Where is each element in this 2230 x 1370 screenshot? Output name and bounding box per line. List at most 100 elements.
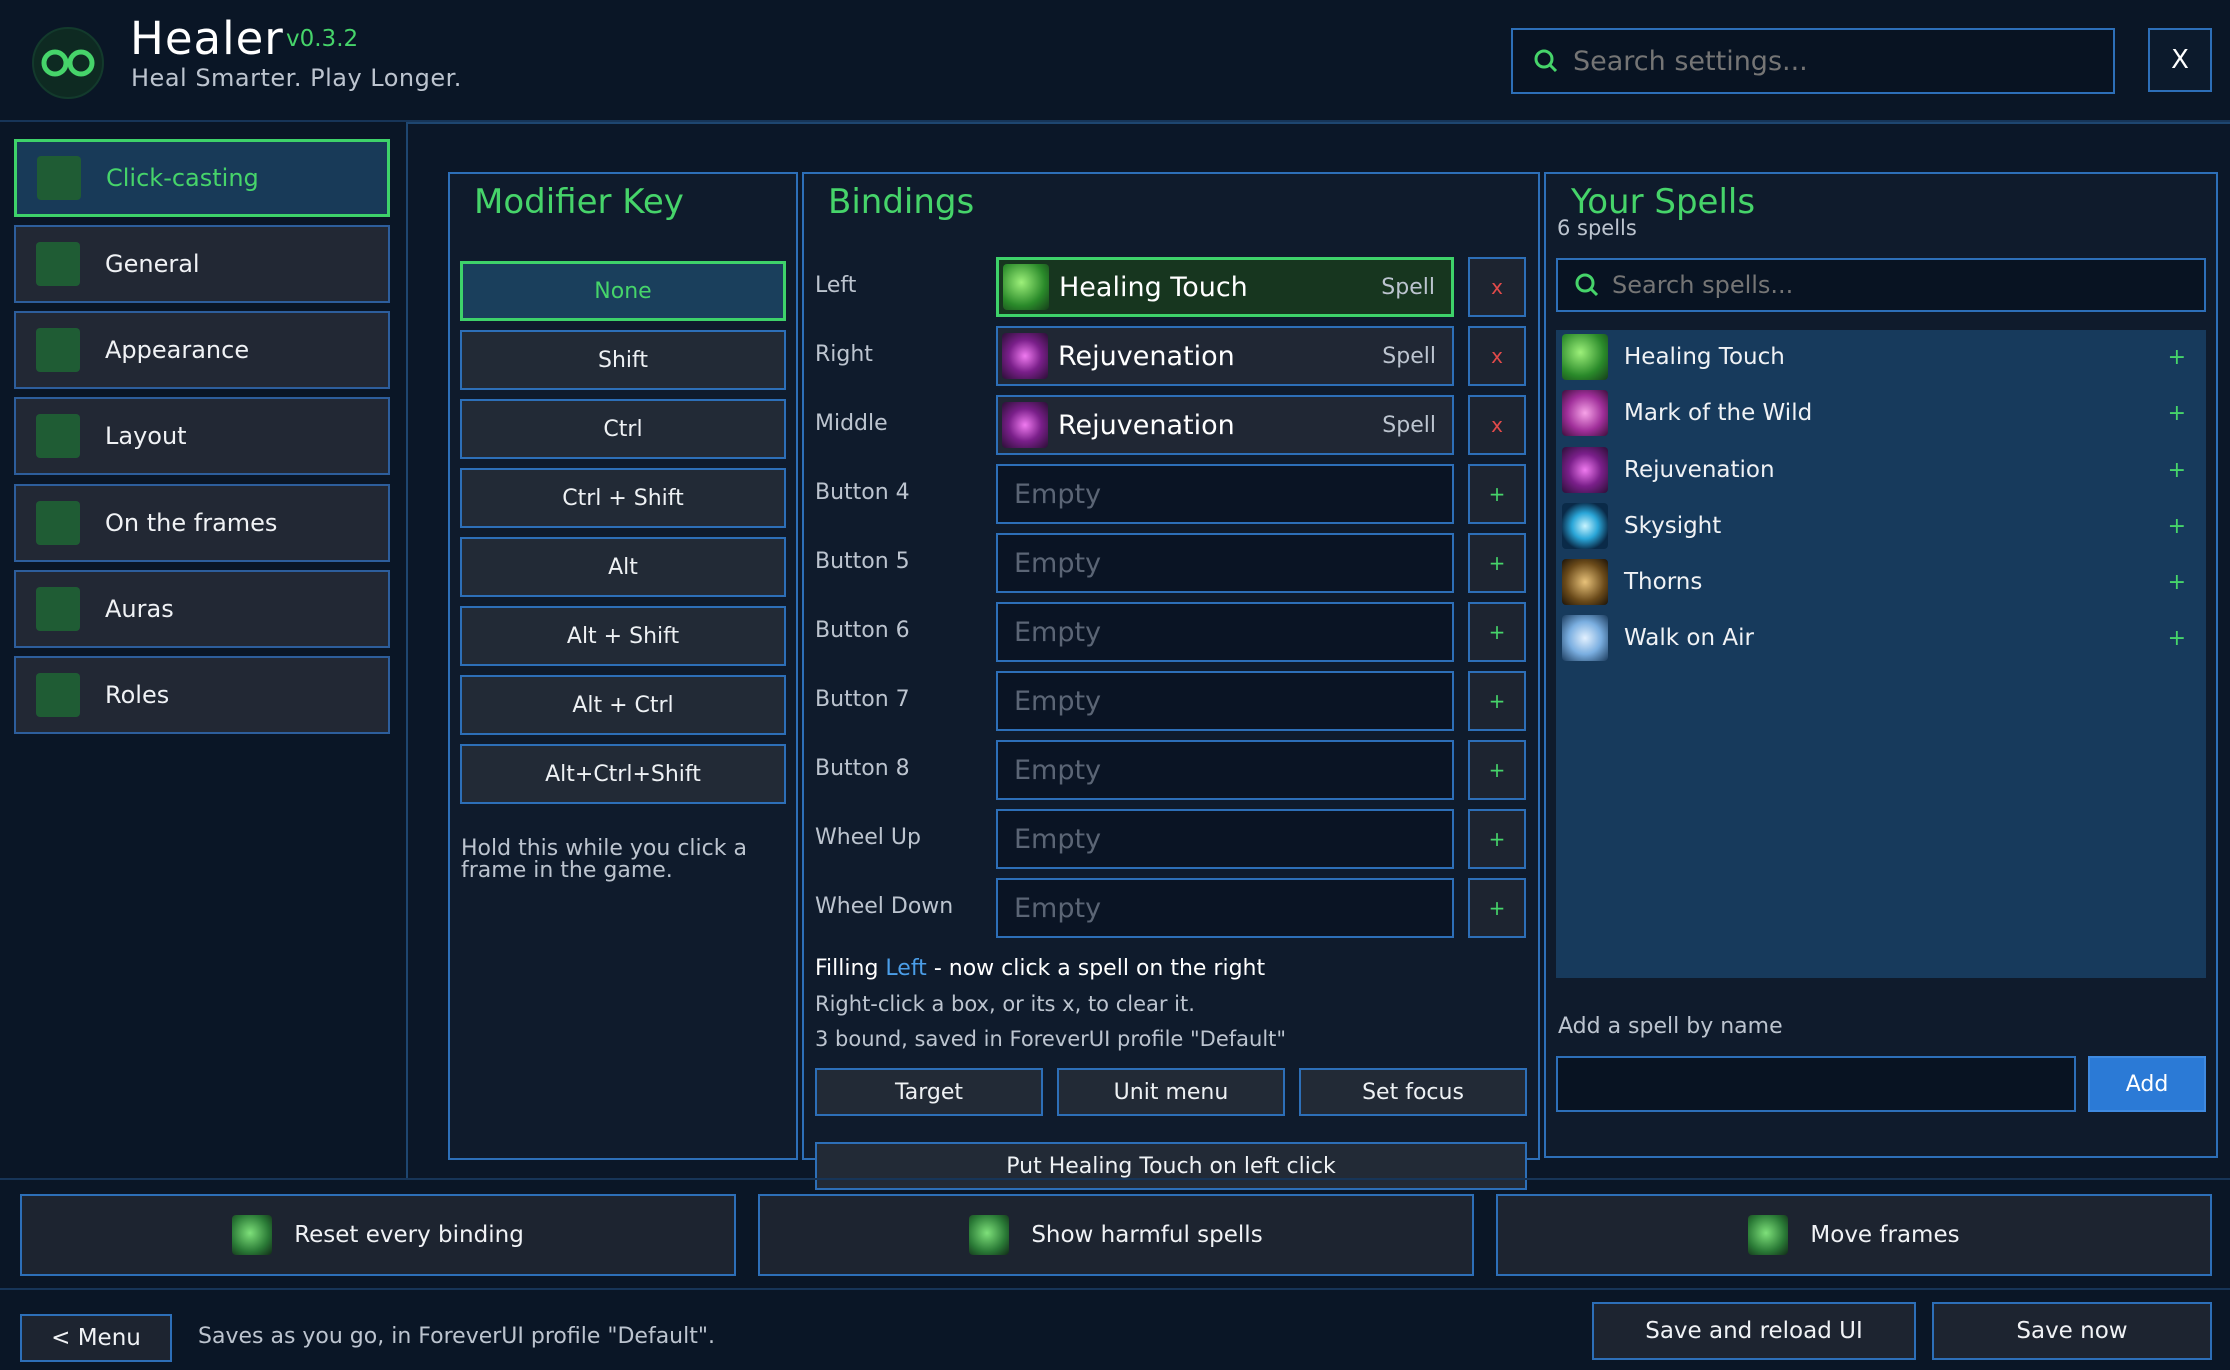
sidebar-item-general[interactable]: General <box>14 225 390 303</box>
rejuvenation-icon <box>1002 402 1048 448</box>
sidebar-item-roles[interactable]: Roles <box>14 656 390 734</box>
put-spell-on-click-button[interactable]: Put Healing Touch on left click <box>815 1142 1527 1190</box>
modifier-option-alt-shift[interactable]: Alt + Shift <box>460 606 786 666</box>
search-icon <box>1575 273 1599 297</box>
unit-menu-button[interactable]: Unit menu <box>1057 1068 1285 1116</box>
spell-item-rejuvenation[interactable]: Rejuvenation + <box>1562 443 2202 497</box>
spell-item-skysight[interactable]: Skysight + <box>1562 499 2202 553</box>
binding-label-button-5: Button 5 <box>815 549 910 574</box>
show-harmful-spells-button[interactable]: Show harmful spells <box>758 1194 1474 1276</box>
walk-on-air-icon <box>1562 615 1608 661</box>
appearance-icon <box>36 328 80 372</box>
actions-divider <box>0 1178 2230 1180</box>
sidebar-item-label: Auras <box>105 595 174 623</box>
binding-slot-right[interactable]: Rejuvenation Spell <box>996 326 1454 386</box>
add-spell-icon[interactable]: + <box>2168 401 2186 426</box>
add-binding-button-8-button[interactable]: + <box>1468 740 1526 800</box>
modifier-option-alt-ctrl[interactable]: Alt + Ctrl <box>460 675 786 735</box>
modifier-option-alt-ctrl-shift[interactable]: Alt+Ctrl+Shift <box>460 744 786 804</box>
spell-item-healing-touch[interactable]: Healing Touch + <box>1562 330 2202 384</box>
clear-binding-middle-button[interactable]: x <box>1468 395 1526 455</box>
binding-empty-text: Empty <box>1014 685 1102 717</box>
modifier-hint: Hold this while you click a frame in the… <box>461 836 747 883</box>
spell-item-thorns[interactable]: Thorns + <box>1562 555 2202 609</box>
spell-item-walk-on-air[interactable]: Walk on Air + <box>1562 611 2202 665</box>
binding-slot-button-6[interactable]: Empty <box>996 602 1454 662</box>
binding-label-wheel-up: Wheel Up <box>815 825 921 850</box>
menu-back-button[interactable]: < Menu <box>20 1314 172 1362</box>
modifier-option-ctrl-shift[interactable]: Ctrl + Shift <box>460 468 786 528</box>
binding-slot-middle[interactable]: Rejuvenation Spell <box>996 395 1454 455</box>
binding-empty-text: Empty <box>1014 478 1102 510</box>
bound-status: 3 bound, saved in ForeverUI profile "Def… <box>815 1027 1287 1051</box>
set-focus-button[interactable]: Set focus <box>1299 1068 1527 1116</box>
thorns-icon <box>1562 559 1608 605</box>
add-binding-wheel-up-button[interactable]: + <box>1468 809 1526 869</box>
binding-slot-wheel-down[interactable]: Empty <box>996 878 1454 938</box>
footer-divider <box>0 1288 2230 1290</box>
add-binding-wheel-down-button[interactable]: + <box>1468 878 1526 938</box>
spell-name: Walk on Air <box>1624 625 1754 651</box>
filling-target: Left <box>885 956 927 981</box>
clear-binding-left-button[interactable]: x <box>1468 257 1526 317</box>
binding-slot-button-5[interactable]: Empty <box>996 533 1454 593</box>
add-spell-icon[interactable]: + <box>2168 626 2186 651</box>
mark-of-the-wild-icon <box>1562 390 1608 436</box>
save-and-reload-button[interactable]: Save and reload UI <box>1592 1302 1916 1360</box>
binding-empty-text: Empty <box>1014 892 1102 924</box>
auras-icon <box>36 587 80 631</box>
sidebar-item-on-the-frames[interactable]: On the frames <box>14 484 390 562</box>
filling-prefix: Filling <box>815 956 879 981</box>
binding-slot-button-4[interactable]: Empty <box>996 464 1454 524</box>
settings-search-input[interactable] <box>1573 45 2093 77</box>
add-spell-icon[interactable]: + <box>2168 345 2186 370</box>
sidebar-item-layout[interactable]: Layout <box>14 397 390 475</box>
binding-slot-wheel-up[interactable]: Empty <box>996 809 1454 869</box>
sidebar-item-click-casting[interactable]: Click-casting <box>14 139 390 217</box>
add-binding-button-6-button[interactable]: + <box>1468 602 1526 662</box>
modifier-option-shift[interactable]: Shift <box>460 330 786 390</box>
add-binding-button-5-button[interactable]: + <box>1468 533 1526 593</box>
sidebar-item-auras[interactable]: Auras <box>14 570 390 648</box>
layout-icon <box>36 414 80 458</box>
spell-item-mark-of-the-wild[interactable]: Mark of the Wild + <box>1562 386 2202 440</box>
move-frames-button[interactable]: Move frames <box>1496 1194 2212 1276</box>
move-frames-icon <box>1748 1215 1789 1255</box>
binding-label-middle: Middle <box>815 411 888 436</box>
save-now-button[interactable]: Save now <box>1932 1302 2212 1360</box>
add-spell-button[interactable]: Add <box>2088 1056 2206 1112</box>
close-button[interactable]: X <box>2148 28 2212 92</box>
add-binding-button-7-button[interactable]: + <box>1468 671 1526 731</box>
sidebar-item-appearance[interactable]: Appearance <box>14 311 390 389</box>
binding-spell-type: Spell <box>1382 412 1436 438</box>
target-button[interactable]: Target <box>815 1068 1043 1116</box>
add-spell-icon[interactable]: + <box>2168 458 2186 483</box>
spell-search-box[interactable] <box>1556 258 2206 312</box>
modifier-option-none[interactable]: None <box>460 261 786 321</box>
reset-bindings-button[interactable]: Reset every binding <box>20 1194 736 1276</box>
binding-empty-text: Empty <box>1014 823 1102 855</box>
modifier-option-ctrl[interactable]: Ctrl <box>460 399 786 459</box>
move-frames-label: Move frames <box>1810 1222 1960 1248</box>
click-casting-icon <box>37 156 81 200</box>
healing-touch-icon <box>1562 334 1608 380</box>
add-spell-by-name-label: Add a spell by name <box>1558 1014 1783 1039</box>
binding-slot-button-8[interactable]: Empty <box>996 740 1454 800</box>
binding-empty-text: Empty <box>1014 754 1102 786</box>
binding-slot-button-7[interactable]: Empty <box>996 671 1454 731</box>
binding-empty-text: Empty <box>1014 616 1102 648</box>
sidebar-item-label: Appearance <box>105 336 250 364</box>
modifier-key-title: Modifier Key <box>474 182 684 222</box>
reset-icon <box>232 1215 273 1255</box>
binding-slot-left[interactable]: Healing Touch Spell <box>996 257 1454 317</box>
add-spell-icon[interactable]: + <box>2168 570 2186 595</box>
clear-binding-right-button[interactable]: x <box>1468 326 1526 386</box>
add-spell-icon[interactable]: + <box>2168 514 2186 539</box>
spell-search-input[interactable] <box>1612 271 2192 299</box>
sidebar-item-label: Click-casting <box>106 164 259 192</box>
add-spell-name-input[interactable] <box>1556 1056 2076 1112</box>
filling-status: Filling Left - now click a spell on the … <box>815 956 1265 981</box>
settings-search-box[interactable] <box>1511 28 2115 94</box>
add-binding-button-4-button[interactable]: + <box>1468 464 1526 524</box>
modifier-option-alt[interactable]: Alt <box>460 537 786 597</box>
